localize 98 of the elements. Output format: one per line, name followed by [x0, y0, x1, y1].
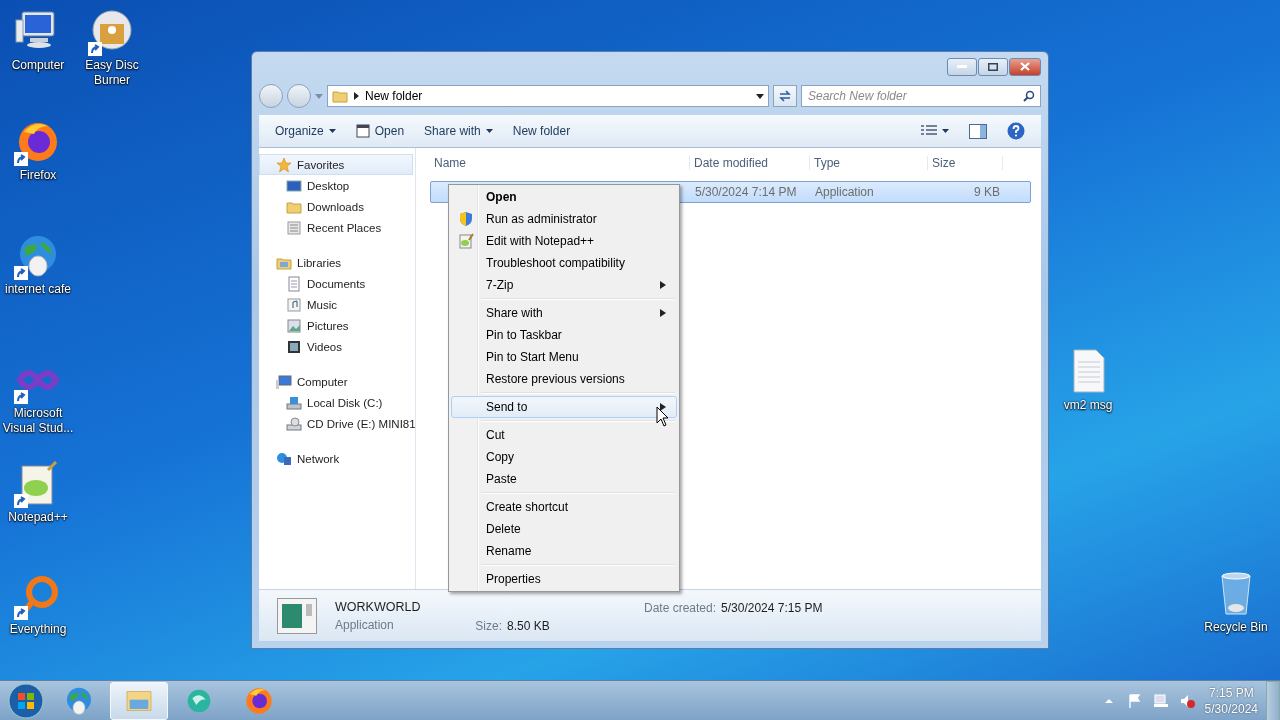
navigation-item[interactable]: CD Drive (E:) MINI81 [259, 413, 415, 434]
network-icon[interactable] [1152, 692, 1169, 709]
taskbar-app-button[interactable] [110, 681, 168, 720]
desktop-icon-label[interactable]: Notepad++ [8, 510, 68, 525]
close-icon [1020, 62, 1030, 71]
menu-item[interactable]: Send to [451, 396, 677, 418]
desktop-icon-label[interactable]: Computer [11, 58, 65, 73]
table-cell-text: 5/30/2024 7:14 PM [694, 185, 798, 199]
size-label: Size: [474, 619, 502, 633]
menu-item[interactable]: Cut [451, 424, 677, 446]
date-created-label: Date created: [644, 601, 717, 615]
caret-icon [942, 129, 949, 133]
application-thumbnail-icon [277, 598, 317, 634]
flag-icon[interactable] [1126, 692, 1143, 709]
navigation-item[interactable]: Network [259, 448, 413, 469]
windows-logo-icon [8, 682, 44, 719]
notepad-icon [458, 233, 474, 249]
maximize-button[interactable] [978, 57, 1008, 76]
close-button[interactable] [1009, 57, 1041, 76]
submenu-arrow-icon [660, 309, 666, 317]
desktop-icon-label[interactable]: Easy Disc Burner [74, 58, 150, 88]
menu-item[interactable]: Restore previous versions [451, 368, 677, 390]
music-icon [286, 296, 302, 313]
menu-item[interactable]: Delete [451, 518, 677, 540]
desktop-icon-label[interactable]: Recycle Bin [1204, 620, 1268, 635]
menu-item[interactable]: Properties [451, 568, 677, 590]
preview-pane-icon [969, 123, 987, 139]
desktop-icon [286, 177, 302, 194]
forward-button[interactable] [287, 84, 311, 108]
menu-item[interactable]: Create shortcut [451, 496, 677, 518]
window-icon [355, 124, 370, 138]
desktop-icon-label[interactable]: internet cafe [4, 282, 71, 297]
caret-icon[interactable] [756, 93, 764, 99]
shield-icon [458, 211, 474, 227]
submenu-arrow-icon [660, 281, 666, 289]
disk-icon [286, 394, 302, 411]
toolbar-button[interactable]: Open [347, 120, 413, 142]
navigation-item[interactable]: Local Disk (C:) [259, 392, 415, 413]
navigation-item[interactable]: Documents [259, 273, 415, 294]
search-icon [1023, 90, 1035, 102]
navigation-item[interactable]: Videos [259, 336, 415, 357]
file-name: WORKWORLD [335, 600, 422, 614]
navigation-item[interactable]: Favorites [259, 154, 413, 175]
minimize-icon [957, 65, 967, 68]
navigation-item[interactable]: Libraries [259, 252, 413, 273]
menu-item[interactable]: Rename [451, 540, 677, 562]
maximize-icon [988, 62, 998, 71]
column-header[interactable]: Size [928, 156, 1003, 170]
folder-icon [332, 88, 348, 104]
toolbar-button[interactable]: Share with [416, 120, 501, 142]
desktop-icon-label[interactable]: Everything [9, 622, 67, 637]
table-cell-text: Application [814, 185, 875, 199]
picture-icon [286, 317, 302, 334]
table-cell-text: 9 KB [973, 185, 1001, 199]
navigation-item[interactable]: Computer [259, 371, 413, 392]
column-header[interactable]: Type [810, 156, 928, 170]
file-type: Application [335, 618, 395, 632]
desktop-icon-label[interactable]: Microsoft Visual Stud... [0, 406, 76, 436]
column-header[interactable]: Date modified [690, 156, 810, 170]
navigation-item[interactable]: Pictures [259, 315, 415, 336]
navigation-item[interactable]: Recent Places [259, 217, 415, 238]
show-desktop-button[interactable] [1266, 680, 1280, 720]
address-bar[interactable]: New folder [327, 85, 769, 107]
size-value: 8.50 KB [507, 619, 551, 633]
menu-item[interactable]: Edit with Notepad++ [451, 230, 677, 252]
menu-item[interactable]: Troubleshoot compatibility [451, 252, 677, 274]
navigation-item[interactable]: Downloads [259, 196, 415, 217]
desktop-icon-label[interactable]: Firefox [19, 168, 57, 183]
toolbar-button[interactable]: New folder [504, 120, 579, 142]
doc-icon [286, 275, 302, 292]
navigation-item[interactable]: Music [259, 294, 415, 315]
submenu-arrow-icon [660, 403, 666, 411]
video-icon [286, 338, 302, 355]
help-icon [1007, 122, 1025, 140]
computer-icon [276, 373, 292, 390]
date-created-value: 5/30/2024 7:15 PM [721, 601, 823, 615]
network-icon [276, 450, 292, 467]
menu-item[interactable]: Run as administrator [451, 208, 677, 230]
search-field[interactable]: Search New folder [801, 85, 1041, 107]
toolbar-button[interactable]: Organize [267, 120, 344, 142]
chevron-icon [354, 92, 359, 100]
recent-icon [286, 219, 302, 236]
refresh-button[interactable] [773, 85, 797, 107]
navigation-item[interactable]: Desktop [259, 175, 415, 196]
star-icon [276, 156, 292, 173]
menu-item[interactable]: Pin to Start Menu [451, 346, 677, 368]
menu-item[interactable]: Pin to Taskbar [451, 324, 677, 346]
list-view-icon [921, 125, 937, 137]
refresh-icon [778, 90, 792, 102]
caret-icon [485, 129, 493, 133]
menu-item[interactable]: Share with [451, 302, 677, 324]
caret-icon [328, 129, 336, 133]
menu-item[interactable]: Copy [451, 446, 677, 468]
back-button[interactable] [259, 84, 283, 108]
cd-icon [286, 415, 302, 432]
column-header[interactable]: Name [430, 156, 690, 170]
menu-item[interactable]: Paste [451, 468, 677, 490]
menu-item[interactable]: 7-Zip [451, 274, 677, 296]
